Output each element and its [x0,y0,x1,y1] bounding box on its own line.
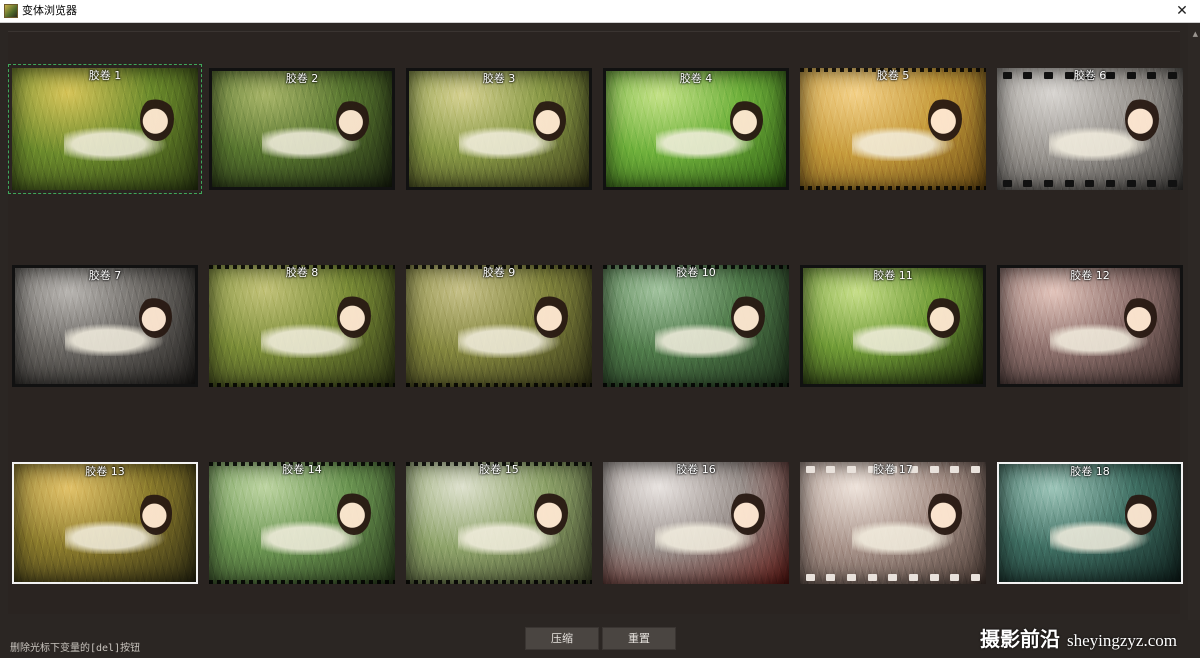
vertical-scrollbar[interactable] [1188,23,1200,620]
variant-label: 胶卷 13 [85,465,125,478]
variant-thumbnail[interactable]: 胶卷 18 [997,462,1183,584]
watermark-url: sheyingzyz.com [1066,631,1177,650]
variant-browser-window: 变体浏览器 ✕ 胶卷 1 胶卷 2 胶卷 3 胶卷 4 胶卷 5 胶卷 6 胶卷 7 胶卷 8… [0,0,1200,658]
watermark: 摄影前沿 sheyingzyz.com [980,623,1177,652]
variant-thumbnail[interactable]: 胶卷 10 [603,265,789,387]
variant-label: 胶卷 17 [873,463,913,476]
variant-label: 胶卷 5 [876,69,910,82]
variant-preview-image [406,462,592,584]
variant-preview-image [409,71,589,187]
variant-preview-image [997,68,1183,190]
variant-label: 胶卷 8 [285,266,319,279]
variant-preview-image [603,265,789,387]
variant-thumbnail[interactable]: 胶卷 5 [800,68,986,190]
app-icon [4,4,18,18]
variant-thumbnail[interactable]: 胶卷 1 [8,64,202,194]
variant-thumbnail[interactable]: 胶卷 3 [406,68,592,190]
variant-label: 胶卷 3 [482,72,516,85]
variant-thumbnail[interactable]: 胶卷 9 [406,265,592,387]
variant-label: 胶卷 1 [88,69,122,82]
variant-thumbnail[interactable]: 胶卷 15 [406,462,592,584]
variant-preview-image [15,268,195,384]
variant-thumbnail[interactable]: 胶卷 11 [800,265,986,387]
variant-label: 胶卷 15 [479,463,519,476]
variant-grid: 胶卷 1 胶卷 2 胶卷 3 胶卷 4 胶卷 5 胶卷 6 胶卷 7 胶卷 8 胶卷 9 胶卷 1… [8,31,1183,614]
variant-preview-image [800,68,986,190]
variant-thumbnail[interactable]: 胶卷 2 [209,68,395,190]
variant-preview-image [209,462,395,584]
variant-preview-image [1000,268,1180,384]
variant-label: 胶卷 6 [1073,69,1107,82]
status-hint: 删除光标下变量的[del]按钮 [10,643,141,654]
variant-label: 胶卷 11 [873,269,913,282]
variant-thumbnail[interactable]: 胶卷 13 [12,462,198,584]
window-title: 变体浏览器 [22,4,77,17]
variant-label: 胶卷 4 [679,72,713,85]
variant-label: 胶卷 12 [1070,269,1110,282]
variant-label: 胶卷 7 [88,269,122,282]
variant-thumbnail[interactable]: 胶卷 16 [603,462,789,584]
variant-preview-image [212,71,392,187]
compress-button[interactable]: 压缩 [525,627,599,650]
variant-thumbnail[interactable]: 胶卷 12 [997,265,1183,387]
variant-preview-image [999,464,1181,582]
variant-thumbnail[interactable]: 胶卷 6 [997,68,1183,190]
variant-preview-image [209,265,395,387]
variant-preview-image [406,265,592,387]
variant-thumbnail[interactable]: 胶卷 7 [12,265,198,387]
close-icon[interactable]: ✕ [1170,1,1194,21]
variant-label: 胶卷 2 [285,72,319,85]
variant-label: 胶卷 14 [282,463,322,476]
variant-label: 胶卷 10 [676,266,716,279]
scroll-up-arrow-icon[interactable]: ▲ [1193,30,1198,38]
variant-preview-image [14,464,196,582]
variant-thumbnail[interactable]: 胶卷 4 [603,68,789,190]
watermark-cn: 摄影前沿 [980,627,1060,651]
variant-preview-image [12,68,198,190]
variant-label: 胶卷 16 [676,463,716,476]
variant-thumbnail[interactable]: 胶卷 8 [209,265,395,387]
variant-label: 胶卷 9 [482,266,516,279]
variant-preview-image [606,71,786,187]
variant-thumbnail[interactable]: 胶卷 17 [800,462,986,584]
variant-label: 胶卷 18 [1070,465,1110,478]
variant-grid-panel: 胶卷 1 胶卷 2 胶卷 3 胶卷 4 胶卷 5 胶卷 6 胶卷 7 胶卷 8 胶卷 9 胶卷 1… [0,23,1200,620]
variant-preview-image [603,462,789,584]
variant-thumbnail[interactable]: 胶卷 14 [209,462,395,584]
reset-button[interactable]: 重置 [602,627,676,650]
variant-preview-image [800,462,986,584]
title-bar[interactable]: 变体浏览器 ✕ [0,0,1200,23]
variant-preview-image [803,268,983,384]
